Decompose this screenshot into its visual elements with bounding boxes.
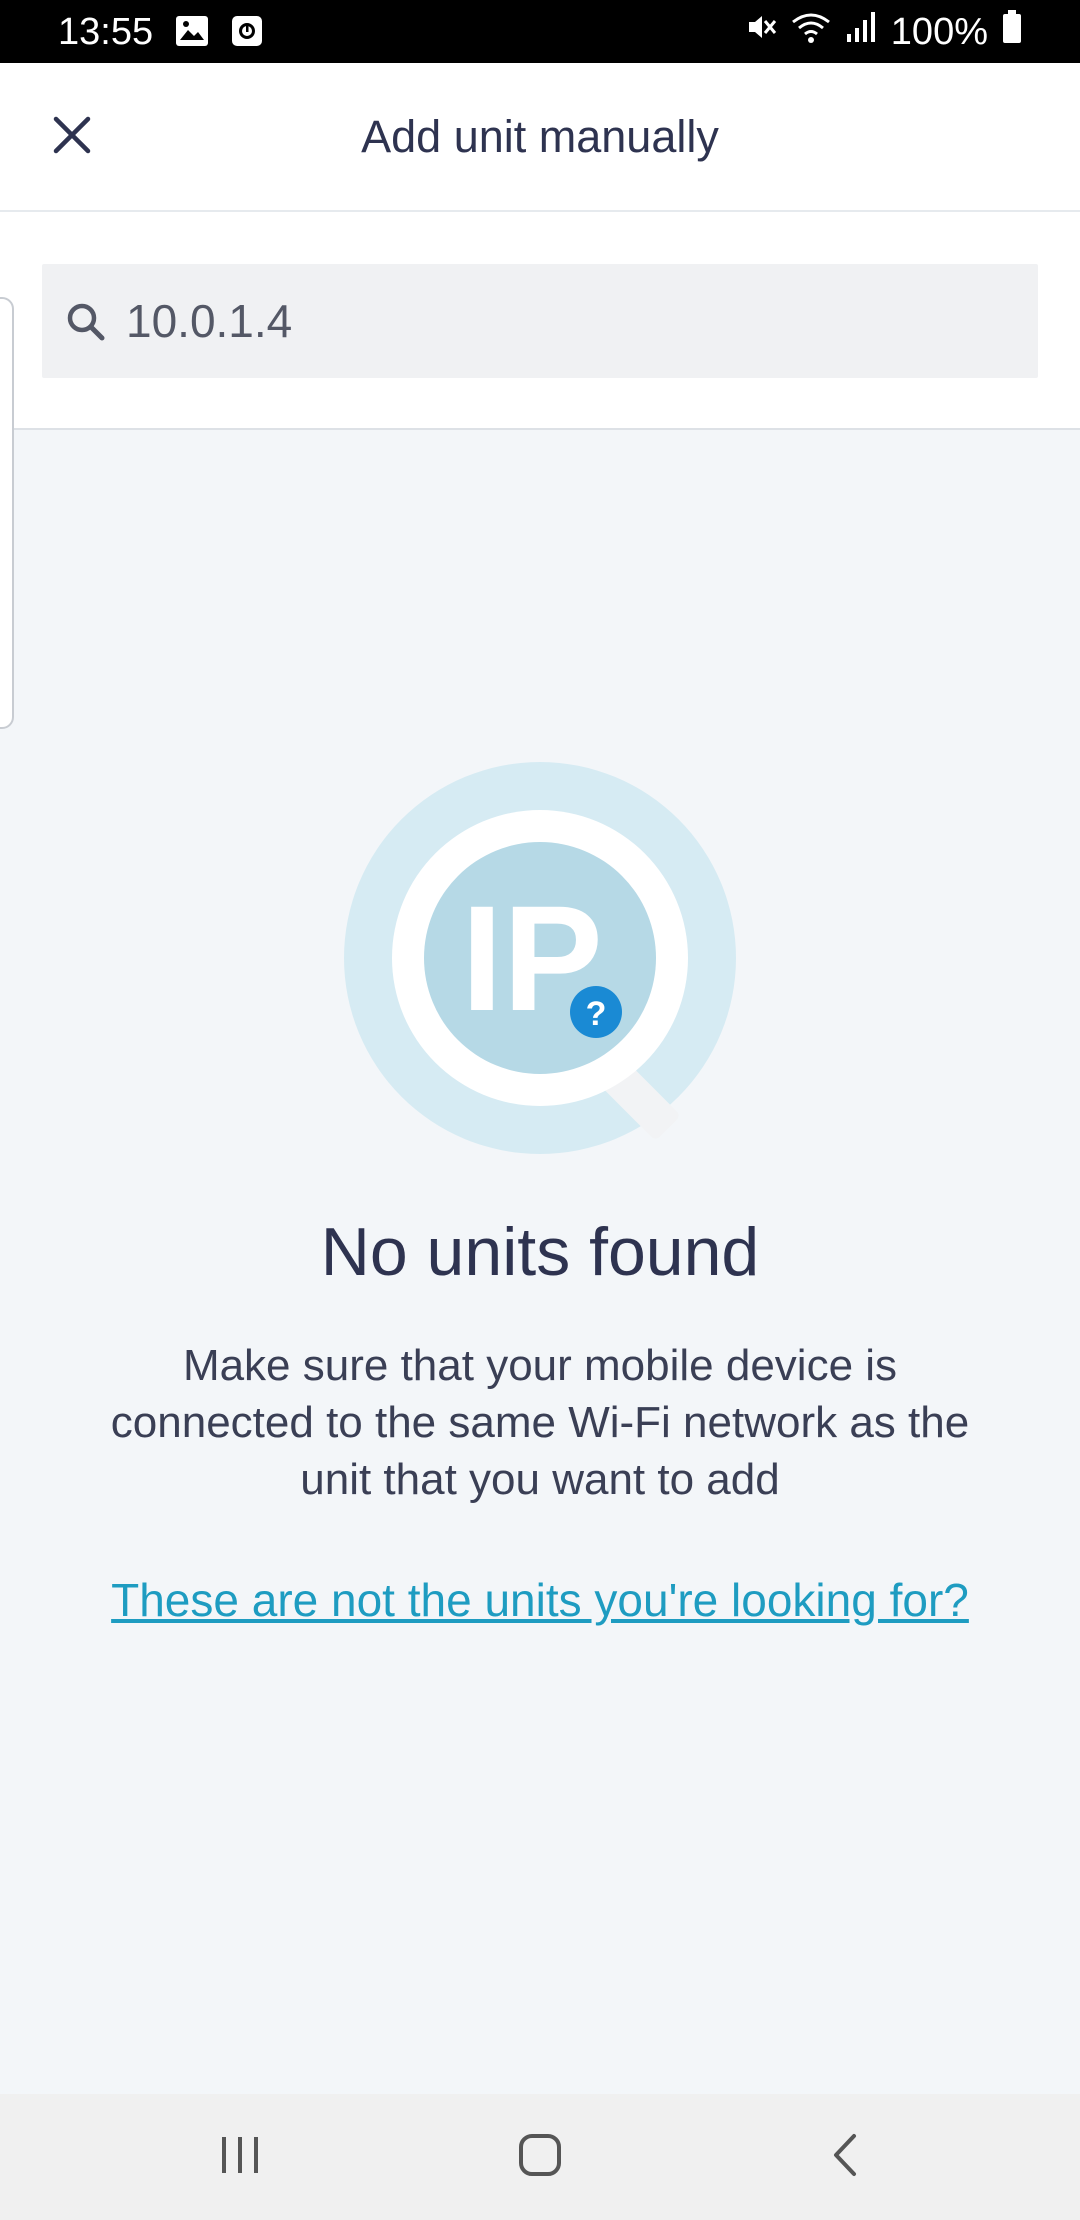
status-right: 100% xyxy=(743,8,1022,56)
system-nav-bar xyxy=(0,2094,1080,2220)
battery-text: 100% xyxy=(890,11,988,53)
image-icon xyxy=(175,15,209,52)
empty-state-message: Make sure that your mobile device is con… xyxy=(110,1341,970,1504)
screen-record-icon xyxy=(231,15,263,52)
status-bar: 13:55 100% xyxy=(0,0,1080,63)
search-box[interactable] xyxy=(42,264,1038,378)
wifi-icon xyxy=(791,8,831,56)
home-button[interactable] xyxy=(500,2124,580,2190)
mute-icon xyxy=(743,8,777,56)
help-badge-text: ? xyxy=(586,995,607,1033)
home-icon xyxy=(517,2132,563,2183)
app-header: Add unit manually xyxy=(0,63,1080,212)
page-title: Add unit manually xyxy=(361,111,719,162)
recent-apps-icon xyxy=(218,2135,262,2180)
back-icon xyxy=(830,2132,860,2183)
help-link[interactable]: These are not the units you're looking f… xyxy=(0,1570,1080,1630)
recent-apps-button[interactable] xyxy=(200,2124,280,2190)
search-input[interactable] xyxy=(126,264,1006,378)
side-panel-peek[interactable] xyxy=(0,297,14,729)
search-icon xyxy=(62,298,110,346)
battery-icon xyxy=(1002,8,1022,56)
signal-icon xyxy=(845,8,877,56)
status-left-icons xyxy=(175,15,263,52)
status-time: 13:55 xyxy=(58,11,154,53)
empty-state-title: No units found xyxy=(320,1214,760,1290)
ip-search-icon: IP ? xyxy=(342,760,738,1156)
search-section xyxy=(0,212,1080,430)
back-button[interactable] xyxy=(805,2124,885,2190)
